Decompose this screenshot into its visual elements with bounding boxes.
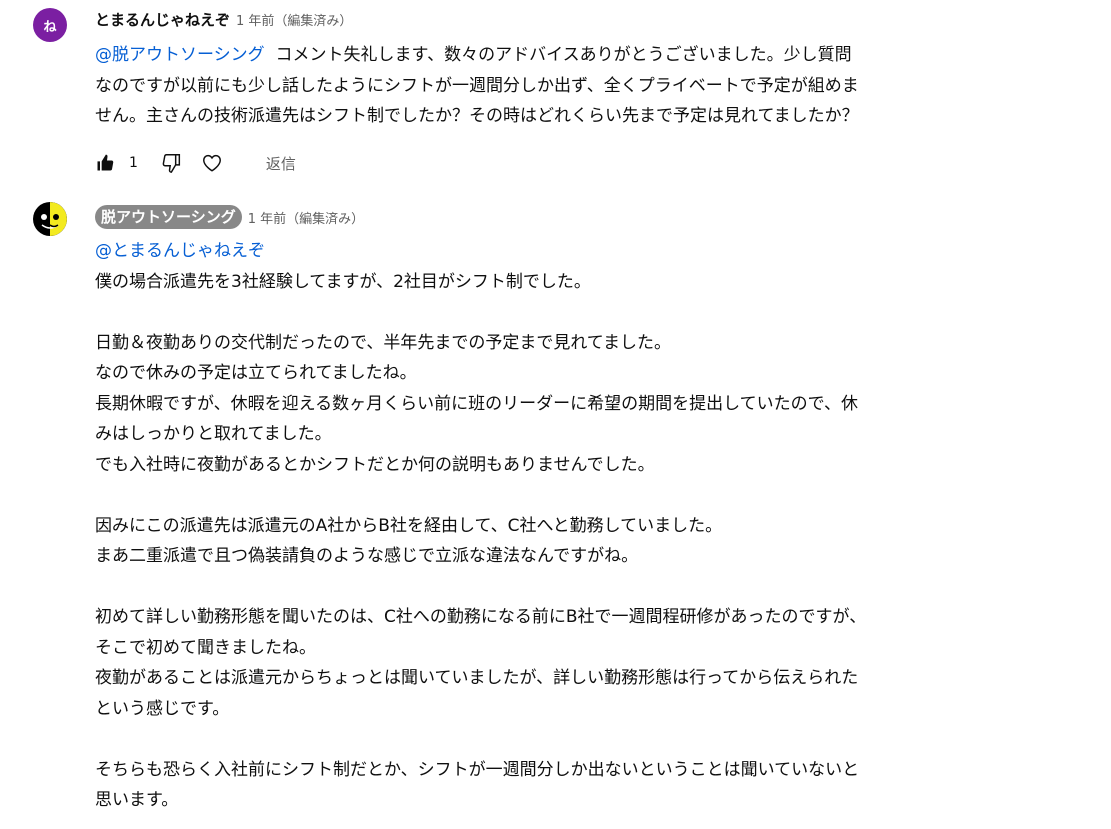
comment-body: @とまるんじゃねえぞ 僕の場合派遣先を3社経験してますが、2社目がシフト制でした… <box>95 236 1045 816</box>
comment-timestamp[interactable]: 1 年前（編集済み） <box>248 208 364 227</box>
avatar[interactable] <box>33 202 67 236</box>
comment-header: 脱アウトソーシング 1 年前（編集済み） <box>95 205 364 229</box>
comment-header: とまるんじゃねえぞ 1 年前（編集済み） <box>95 9 352 30</box>
creator-author-chip[interactable]: 脱アウトソーシング <box>95 205 242 229</box>
comment-text: 僕の場合派遣先を3社経験してますが、2社目がシフト制でした。 日勤＆夜勤ありの交… <box>95 271 867 811</box>
comment-body: @脱アウトソーシング コメント失礼します、数々のアドバイスありがとうございました… <box>95 40 1045 132</box>
mention-link[interactable]: @とまるんじゃねえぞ <box>95 241 265 261</box>
comment-timestamp[interactable]: 1 年前（編集済み） <box>236 10 352 29</box>
reply-button[interactable]: 返信 <box>266 153 296 174</box>
like-count: 1 <box>129 155 138 171</box>
comment-author[interactable]: とまるんじゃねえぞ <box>95 9 230 30</box>
avatar-letter: ね <box>43 19 57 35</box>
avatar[interactable]: ね <box>33 8 67 42</box>
comment-actions: 1 返信 <box>93 151 296 175</box>
mention-link[interactable]: @脱アウトソーシング <box>95 45 265 65</box>
thumbs-up-icon[interactable] <box>93 151 117 175</box>
thumbs-down-icon[interactable] <box>160 151 184 175</box>
heart-icon[interactable] <box>200 151 224 175</box>
